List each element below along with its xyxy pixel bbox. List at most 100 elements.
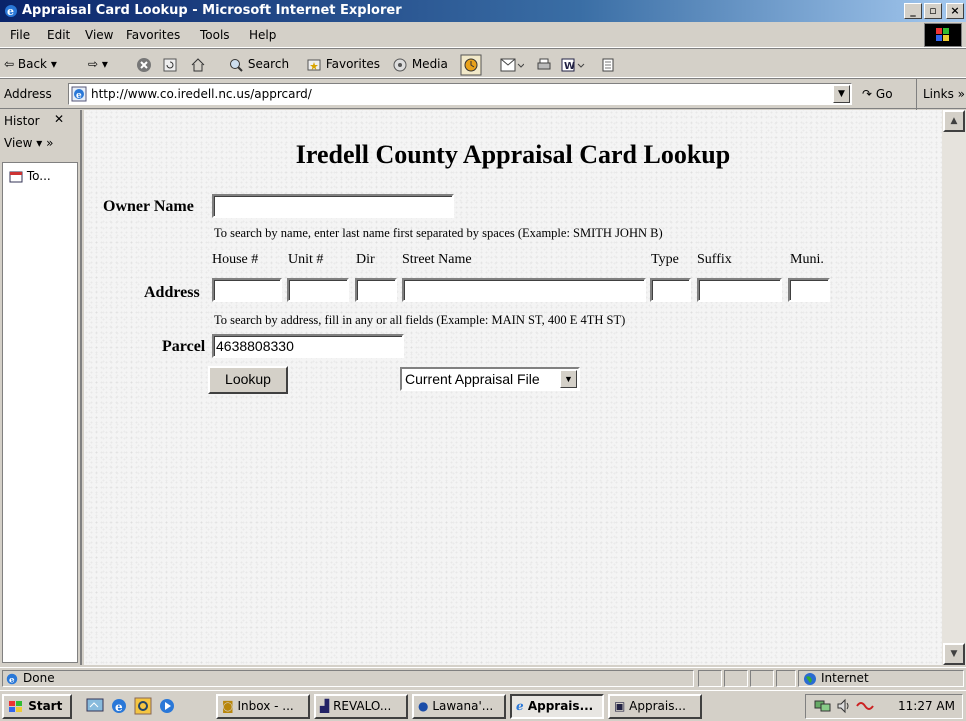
parcel-input[interactable]: 4638808330 xyxy=(212,334,404,358)
address-bar: Address e http://www.co.iredell.nc.us/ap… xyxy=(0,78,966,110)
address-hint: To search by address, fill in any or all… xyxy=(214,313,626,327)
zone-panel: Internet xyxy=(798,670,964,687)
discuss-icon[interactable] xyxy=(600,49,616,79)
volume-icon[interactable] xyxy=(836,698,852,717)
address-input[interactable]: e http://www.co.iredell.nc.us/apprcard/ … xyxy=(68,83,852,105)
type-input[interactable] xyxy=(650,278,691,302)
restore-button[interactable]: ▫ xyxy=(924,3,942,19)
forward-button[interactable]: ⇨ ▾ xyxy=(88,49,108,79)
tray-app-icon[interactable] xyxy=(856,698,874,717)
links-button[interactable]: Links » xyxy=(916,79,965,110)
outlook-icon: ◙ xyxy=(222,699,234,713)
menu-edit[interactable]: Edit xyxy=(47,22,70,48)
menu-file[interactable]: File xyxy=(10,22,30,48)
status-bar: e Done Internet xyxy=(0,667,966,688)
status-panel-empty xyxy=(724,670,748,687)
unit-number-input[interactable] xyxy=(287,278,349,302)
task-revalo[interactable]: ▟ REVALO... xyxy=(314,694,408,719)
task-inbox-label: Inbox - ... xyxy=(237,699,294,713)
muni-input[interactable] xyxy=(788,278,830,302)
search-button[interactable]: Search xyxy=(228,49,289,79)
task-inbox[interactable]: ◙ Inbox - ... xyxy=(216,694,310,719)
column-house-number: House # xyxy=(212,252,259,267)
minimize-button[interactable]: _ xyxy=(904,3,922,19)
svg-text:e: e xyxy=(76,91,82,101)
favorites-label: Favorites xyxy=(325,57,381,71)
menu-help[interactable]: Help xyxy=(249,22,276,48)
quicklaunch-ie-icon[interactable]: e xyxy=(110,697,128,718)
history-item-label: To... xyxy=(26,169,51,183)
print-icon[interactable] xyxy=(536,49,552,79)
media-button[interactable]: Media xyxy=(392,49,448,79)
column-dir: Dir xyxy=(356,252,375,267)
history-view-label: View xyxy=(4,136,33,150)
back-button[interactable]: ⇦ Back ▾ xyxy=(4,49,57,79)
go-label: Go xyxy=(875,87,893,101)
scroll-down-button[interactable]: ▼ xyxy=(943,643,965,665)
start-button[interactable]: Start xyxy=(2,694,72,719)
task-apprais-ie[interactable]: ℯ Apprais... xyxy=(510,694,604,719)
links-label: Links xyxy=(923,87,954,101)
history-list: To... xyxy=(2,162,78,663)
revalo-app-icon: ▟ xyxy=(320,699,330,713)
status-panel-empty xyxy=(698,670,722,687)
address-label: Address xyxy=(4,87,52,101)
favorites-button[interactable]: Favorites xyxy=(306,49,380,79)
owner-name-hint: To search by name, enter last name first… xyxy=(214,226,663,240)
menu-view[interactable]: View xyxy=(85,22,113,48)
dir-input[interactable] xyxy=(355,278,397,302)
menu-favorites[interactable]: Favorites xyxy=(126,22,180,48)
address-field-label: Address xyxy=(144,284,200,301)
windows-flag-icon xyxy=(9,700,22,712)
task-lawana-label: Lawana'... xyxy=(432,699,494,713)
house-number-input[interactable] xyxy=(212,278,282,302)
history-title: Histor xyxy=(4,114,40,128)
home-icon[interactable] xyxy=(190,49,206,79)
close-button[interactable]: × xyxy=(946,3,964,19)
appraisal-file-value: Current Appraisal File xyxy=(405,371,540,387)
window-title: Appraisal Card Lookup - Microsoft Intern… xyxy=(22,3,402,18)
task-apprais-word[interactable]: ▣ Apprais... xyxy=(608,694,702,719)
menu-bar: File Edit View Favorites Tools Help xyxy=(0,22,966,48)
task-lawana[interactable]: ● Lawana'... xyxy=(412,694,506,719)
appraisal-file-select[interactable]: Current Appraisal File ▼ xyxy=(400,367,580,391)
address-dropdown-button[interactable]: ▼ xyxy=(833,85,850,103)
status-panel-empty xyxy=(750,670,774,687)
history-view-button[interactable]: View ▾ » xyxy=(4,136,53,150)
column-type: Type xyxy=(651,252,679,267)
column-unit-number: Unit # xyxy=(288,252,324,267)
quicklaunch-media-icon[interactable] xyxy=(158,697,176,718)
zone-text: Internet xyxy=(821,671,869,685)
ie-icon: e xyxy=(5,5,17,18)
street-name-input[interactable] xyxy=(402,278,646,302)
status-text: Done xyxy=(23,671,55,685)
history-icon[interactable] xyxy=(460,49,482,79)
owner-name-input[interactable] xyxy=(212,194,454,218)
quicklaunch-desktop-icon[interactable] xyxy=(86,697,104,718)
lookup-button[interactable]: Lookup xyxy=(208,366,288,394)
edit-icon[interactable]: W xyxy=(560,49,588,79)
menu-tools[interactable]: Tools xyxy=(200,22,230,48)
quicklaunch-outlook-icon[interactable] xyxy=(134,697,152,718)
svg-text:W: W xyxy=(564,61,575,72)
history-item[interactable]: To... xyxy=(9,169,51,184)
close-icon[interactable]: ✕ xyxy=(54,112,64,126)
stop-icon[interactable] xyxy=(136,49,152,79)
windows-logo-icon xyxy=(924,23,962,47)
status-panel-empty xyxy=(776,670,796,687)
refresh-icon[interactable] xyxy=(162,49,178,79)
chevron-down-icon[interactable]: ▼ xyxy=(560,370,577,388)
scroll-up-button[interactable]: ▲ xyxy=(943,110,965,132)
suffix-input[interactable] xyxy=(697,278,782,302)
title-bar: e Appraisal Card Lookup - Microsoft Inte… xyxy=(0,0,966,22)
column-muni: Muni. xyxy=(790,252,824,267)
search-icon: ● xyxy=(418,699,429,713)
network-icon[interactable] xyxy=(814,698,832,717)
calendar-icon xyxy=(9,171,23,182)
page-content: Iredell County Appraisal Card Lookup Own… xyxy=(84,110,942,665)
parcel-label: Parcel xyxy=(162,338,206,355)
vertical-scrollbar[interactable]: ▲ ▼ xyxy=(942,110,966,665)
page-done-icon: e xyxy=(6,673,18,686)
go-button[interactable]: ↷ Go xyxy=(862,79,893,110)
mail-icon[interactable] xyxy=(500,49,524,79)
